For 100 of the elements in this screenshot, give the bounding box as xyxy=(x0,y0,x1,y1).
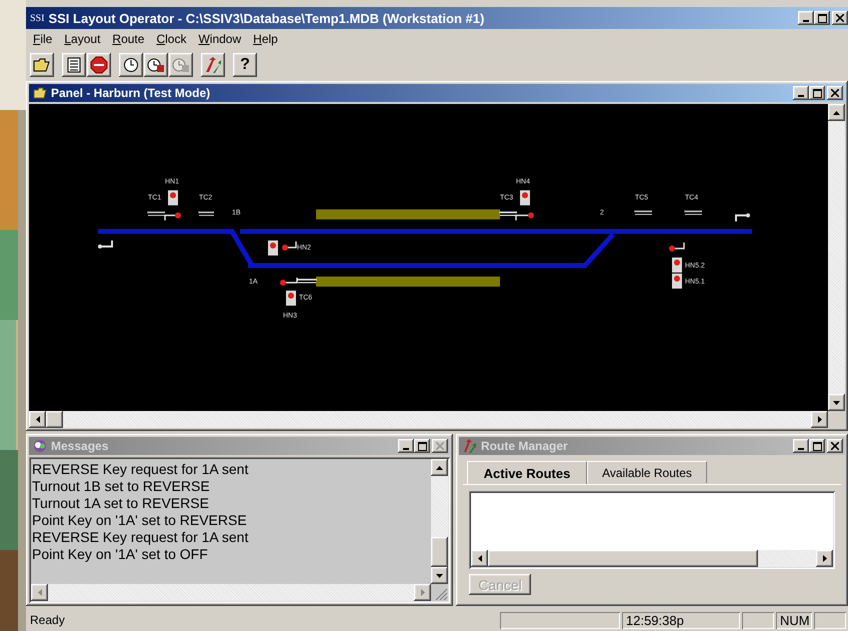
maximize-button[interactable] xyxy=(809,86,825,100)
signal-icon xyxy=(672,274,682,289)
up-arrow-icon xyxy=(436,466,443,470)
menu-item[interactable]: Layout xyxy=(59,31,106,47)
status-text: Ready xyxy=(30,613,66,627)
vertical-scrollbar[interactable] xyxy=(431,459,448,584)
signal-post-icon xyxy=(280,278,298,286)
document-icon xyxy=(66,57,82,73)
close-icon xyxy=(436,442,444,450)
status-panel xyxy=(814,612,846,628)
message-line: Turnout 1A set to REVERSE xyxy=(32,495,210,512)
window-title: SSI Layout Operator - C:\SSIV3\Database\Temp1.MDB (Workstation #1) xyxy=(48,10,484,26)
scroll-right-button[interactable] xyxy=(414,584,431,601)
left-arrow-icon xyxy=(478,555,482,562)
minimize-button[interactable] xyxy=(793,439,809,453)
message-line: Point Key on '1A' set to OFF xyxy=(32,546,209,563)
vertical-scrollbar[interactable] xyxy=(828,104,845,411)
toolbar-button[interactable] xyxy=(30,53,54,77)
message-line: REVERSE Key request for 1A sent xyxy=(32,461,250,478)
maximize-icon xyxy=(418,442,426,450)
maximize-icon xyxy=(812,442,822,450)
scroll-down-button[interactable] xyxy=(431,567,448,584)
close-icon xyxy=(836,14,844,22)
tab[interactable]: Available Routes xyxy=(587,461,707,483)
route-end-icon xyxy=(98,240,113,248)
signal-icon xyxy=(168,190,178,206)
signal-post-icon xyxy=(515,212,534,220)
signal-icon xyxy=(268,240,278,256)
signal-icon xyxy=(672,258,682,273)
horizontal-scrollbar[interactable] xyxy=(29,411,828,428)
right-arrow-icon xyxy=(822,555,826,562)
scroll-left-button[interactable] xyxy=(31,584,48,601)
scroll-down-button[interactable] xyxy=(828,394,845,411)
down-arrow-icon xyxy=(833,400,840,404)
toolbar-button[interactable] xyxy=(119,53,143,77)
right-arrow-icon xyxy=(818,416,822,423)
route-manager-title: Route Manager xyxy=(481,439,568,453)
maximize-button[interactable] xyxy=(814,11,830,25)
status-panel xyxy=(742,612,774,628)
scroll-right-button[interactable] xyxy=(811,411,828,428)
maximize-button[interactable] xyxy=(414,439,430,453)
status-num: NUM xyxy=(776,612,812,628)
arrows-icon xyxy=(463,439,477,453)
scroll-up-button[interactable] xyxy=(431,459,448,476)
scroll-up-button[interactable] xyxy=(828,104,845,121)
signal-icon xyxy=(520,190,530,206)
clock-icon xyxy=(172,57,190,73)
messages-title: Messages xyxy=(51,439,108,453)
message-line: REVERSE Key request for 1A sent xyxy=(32,529,250,546)
close-button[interactable] xyxy=(432,439,448,453)
close-icon xyxy=(831,442,839,450)
tab[interactable]: Active Routes xyxy=(467,461,587,485)
toolbar-button[interactable] xyxy=(201,53,225,77)
folder-icon xyxy=(33,86,47,100)
signal-post-icon xyxy=(669,242,685,252)
minimize-button[interactable] xyxy=(798,11,814,25)
menu-item[interactable]: Route xyxy=(107,31,150,47)
stop-sign-icon xyxy=(90,56,108,74)
close-icon xyxy=(831,89,839,97)
signal-post-icon xyxy=(164,212,181,220)
right-arrow-icon xyxy=(420,589,424,596)
scroll-left-button[interactable] xyxy=(29,411,46,428)
folder-icon xyxy=(33,57,51,73)
scroll-thumb[interactable] xyxy=(431,537,448,567)
message-line: Turnout 1B set to REVERSE xyxy=(32,478,211,495)
help-button[interactable]: ? xyxy=(233,53,257,77)
toolbar-button[interactable] xyxy=(87,53,111,77)
signal-icon xyxy=(286,290,296,306)
message-line: Point Key on '1A' set to REVERSE xyxy=(32,512,248,529)
menu-item[interactable]: Clock xyxy=(151,31,192,47)
toolbar-button[interactable] xyxy=(62,53,86,77)
route-end-icon xyxy=(735,213,750,222)
close-button[interactable] xyxy=(832,11,848,25)
panel-title: Panel - Harburn (Test Mode) xyxy=(51,86,210,100)
horizontal-scrollbar[interactable] xyxy=(471,550,833,567)
menu-item[interactable]: Window xyxy=(193,31,246,47)
app-label: SSI xyxy=(30,12,44,24)
clock-icon xyxy=(147,57,165,73)
close-button[interactable] xyxy=(827,439,843,453)
menu-item[interactable]: File xyxy=(28,31,58,47)
scroll-thumb[interactable] xyxy=(488,550,758,567)
speech-bubble-icon xyxy=(33,439,47,453)
toolbar-button[interactable] xyxy=(144,53,168,77)
close-button[interactable] xyxy=(827,86,843,100)
maximize-button[interactable] xyxy=(809,439,825,453)
status-time: 12:59:38p xyxy=(622,612,740,628)
signal-post-icon xyxy=(282,241,297,250)
up-arrow-icon xyxy=(833,110,840,114)
arrows-icon xyxy=(204,56,222,74)
horizontal-scrollbar[interactable] xyxy=(31,584,431,601)
scroll-left-button[interactable] xyxy=(471,550,488,567)
maximize-icon xyxy=(812,88,822,98)
maximize-icon xyxy=(818,14,826,22)
menu-item[interactable]: Help xyxy=(248,31,283,47)
route-list[interactable] xyxy=(469,491,835,569)
scroll-right-button[interactable] xyxy=(816,550,833,567)
minimize-button[interactable] xyxy=(793,86,809,100)
down-arrow-icon xyxy=(436,574,443,578)
scroll-thumb[interactable] xyxy=(46,411,63,428)
minimize-button[interactable] xyxy=(398,439,414,453)
